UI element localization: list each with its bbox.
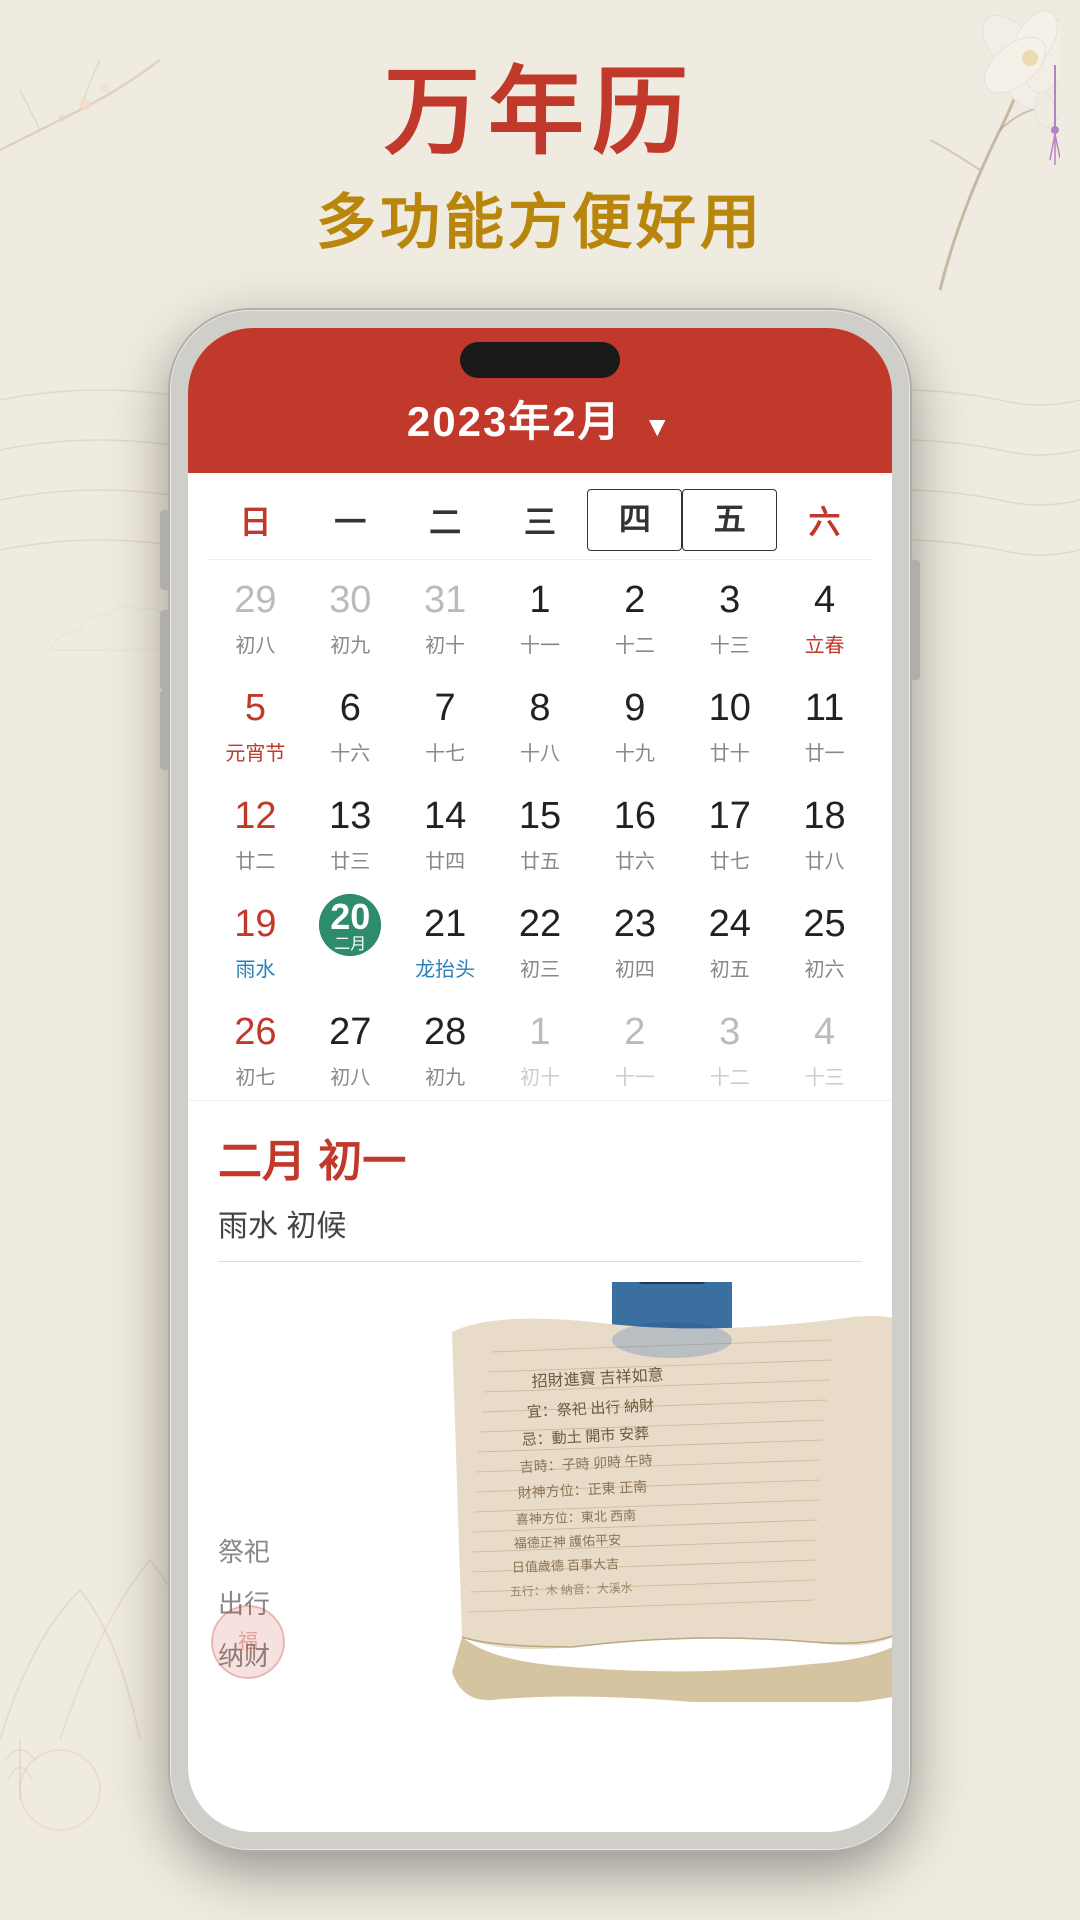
cal-cell-mar3[interactable]: 3 十二: [682, 992, 777, 1100]
weekday-fri: 五: [682, 489, 777, 551]
app-title: 万年历: [0, 60, 1080, 166]
cal-cell-feb27[interactable]: 27 初八: [303, 992, 398, 1100]
cal-cell-feb23[interactable]: 23 初四: [587, 884, 682, 992]
svg-text:福: 福: [238, 1630, 258, 1653]
almanac-section: 招財進寶 吉祥如意 宜：祭祀 出行 納財 忌：動土 開市 安葬 吉時：子時 卯時…: [188, 1282, 892, 1702]
cal-cell-feb12[interactable]: 12 廿二: [208, 776, 303, 884]
weekday-tue: 二: [398, 489, 493, 551]
cal-cell-jan31[interactable]: 31 初十: [398, 560, 493, 668]
cal-cell-feb10[interactable]: 10 廿十: [682, 668, 777, 776]
cal-cell-feb5[interactable]: 5 元宵节: [208, 668, 303, 776]
calendar-grid: 29 初八 30 初九 31 初十 1 十一: [208, 560, 872, 1100]
almanac-scroll-icon: 招財進寶 吉祥如意 宜：祭祀 出行 納財 忌：動土 開市 安葬 吉時：子時 卯時…: [412, 1282, 892, 1702]
phone-screen: 2023年2月 ▼ 日 一 二 三 四 五 六: [188, 328, 892, 1832]
cal-cell-feb15[interactable]: 15 廿五: [493, 776, 588, 884]
seal-icon: 福: [208, 1602, 288, 1682]
cal-cell-feb16[interactable]: 16 廿六: [587, 776, 682, 884]
phone-frame: 2023年2月 ▼ 日 一 二 三 四 五 六: [170, 310, 910, 1850]
cal-cell-feb6[interactable]: 6 十六: [303, 668, 398, 776]
title-section: 万年历 多功能方便好用: [0, 60, 1080, 261]
cal-cell-feb8[interactable]: 8 十八: [493, 668, 588, 776]
cal-cell-feb11[interactable]: 11 廿一: [777, 668, 872, 776]
cal-cell-feb20-selected[interactable]: 20 二月: [303, 884, 398, 992]
cal-cell-feb2[interactable]: 2 十二: [587, 560, 682, 668]
calendar-body: 日 一 二 三 四 五 六 29 初八 3: [188, 473, 892, 1100]
cal-cell-mar2[interactable]: 2 十一: [587, 992, 682, 1100]
cal-cell-feb9[interactable]: 9 十九: [587, 668, 682, 776]
cal-cell-feb1[interactable]: 1 十一: [493, 560, 588, 668]
weekday-sun: 日: [208, 489, 303, 551]
cal-cell-feb19[interactable]: 19 雨水: [208, 884, 303, 992]
cal-cell-feb25[interactable]: 25 初六: [777, 884, 872, 992]
cal-cell-mar1[interactable]: 1 初十: [493, 992, 588, 1100]
cal-cell-feb7[interactable]: 7 十七: [398, 668, 493, 776]
weekday-sat: 六: [777, 489, 872, 551]
app-subtitle: 多功能方便好用: [0, 174, 1080, 261]
cal-cell-feb22[interactable]: 22 初三: [493, 884, 588, 992]
cal-cell-feb14[interactable]: 14 廿四: [398, 776, 493, 884]
detail-section: 二月 初一 雨水 初候: [188, 1100, 892, 1282]
phone-mockup: 2023年2月 ▼ 日 一 二 三 四 五 六: [170, 310, 910, 1850]
cal-cell-feb4[interactable]: 4 立春: [777, 560, 872, 668]
cal-cell-feb24[interactable]: 24 初五: [682, 884, 777, 992]
weekday-wed: 三: [493, 489, 588, 551]
weekday-header: 日 一 二 三 四 五 六: [208, 473, 872, 560]
cal-cell-feb17[interactable]: 17 廿七: [682, 776, 777, 884]
detail-date: 二月 初一: [218, 1125, 862, 1189]
dropdown-arrow-icon[interactable]: ▼: [643, 411, 673, 443]
detail-info: 雨水 初候: [218, 1201, 862, 1262]
phone-notch: [460, 342, 620, 378]
cal-cell-feb3[interactable]: 3 十三: [682, 560, 777, 668]
cal-cell-feb26[interactable]: 26 初七: [208, 992, 303, 1100]
calendar-month-title[interactable]: 2023年2月 ▼: [208, 388, 872, 449]
cal-cell-mar4[interactable]: 4 十三: [777, 992, 872, 1100]
cal-cell-jan30[interactable]: 30 初九: [303, 560, 398, 668]
cal-cell-feb28[interactable]: 28 初九: [398, 992, 493, 1100]
weekday-thu: 四: [587, 489, 682, 551]
cal-cell-feb21[interactable]: 21 龙抬头: [398, 884, 493, 992]
cal-cell-jan29[interactable]: 29 初八: [208, 560, 303, 668]
weekday-mon: 一: [303, 489, 398, 551]
cal-cell-feb13[interactable]: 13 廿三: [303, 776, 398, 884]
cal-cell-feb18[interactable]: 18 廿八: [777, 776, 872, 884]
